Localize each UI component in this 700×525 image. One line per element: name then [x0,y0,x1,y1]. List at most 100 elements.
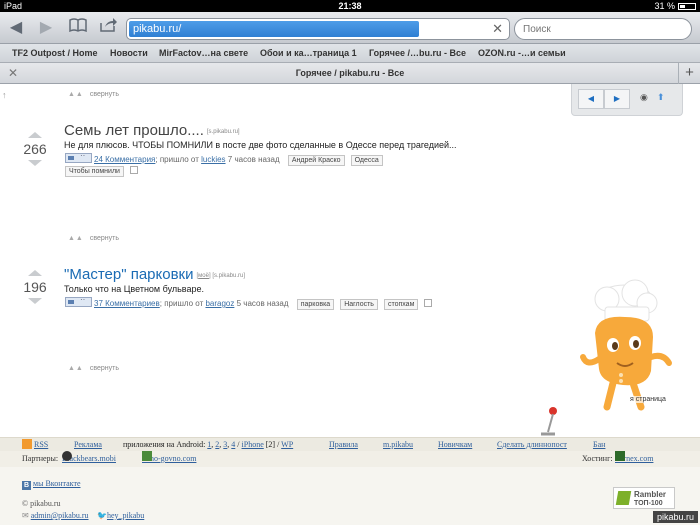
save-post-icon[interactable] [424,299,433,307]
apps-label: приложения на Android: [123,440,206,449]
post-description: Не для плюсов. ЧТОБЫ ПОМНИЛИ в посте две… [64,140,457,150]
rss-item: RSS [22,438,48,452]
safari-toolbar: ◀ ▶ pikabu.ru/ ✕ [0,12,700,44]
search-input[interactable] [523,19,683,40]
twitter-link[interactable]: hey_pikabu [107,511,144,520]
scroll-top-icon[interactable]: ⬆ [657,92,665,103]
bookmark-item[interactable]: OZON.ru -…и семьи [478,44,566,63]
rss-link[interactable]: RSS [34,440,48,449]
new-tab-plus-icon[interactable]: + [678,63,700,84]
bookmarks-book-icon[interactable] [66,18,90,38]
tab-title[interactable]: Горячее / pikabu.ru - Все [0,63,700,84]
next-page-link[interactable]: я страница [628,396,668,403]
rambler-label: Rambler [634,490,667,499]
footer-bottom: Bмы Вконтакте © pikabu.ru ✉ admin@pikabu… [0,467,700,525]
post-navigation-widget: ◀ ▶ ◉ ⬆ [571,84,683,116]
bookmark-item[interactable]: Новости [110,44,148,63]
downvote-arrow-icon[interactable] [28,160,42,166]
url-text[interactable]: pikabu.ru/ [133,19,181,39]
collapse-row: ▲▲ свернуть [68,365,119,372]
ios-status-bar: iPad 21:38 31 % [0,0,700,12]
post-source[interactable]: [s.pikabu.ru] [207,129,240,135]
battery-indicator: 31 % [654,0,696,12]
vk-logo-icon: B [22,481,31,490]
twitter-bird-icon: 🐦 [97,511,107,520]
rambler-sub: ТОП-100 [634,500,663,507]
collapse-arrows-icon[interactable]: ▲▲ [68,91,84,98]
bookmark-item[interactable]: TF2 Outpost / Home [12,44,98,63]
forward-icon[interactable]: ▶ [34,18,58,38]
eye-hidden-icon[interactable]: ◉ [640,92,648,103]
wp-link[interactable]: WP [281,440,293,449]
collapse-arrows-icon[interactable]: ▲▲ [68,235,84,242]
post-meta: 37 Комментариев; пришло от baragoz 5 час… [65,295,433,310]
scroll-up-arrow-icon[interactable]: ↑ [2,90,7,100]
clear-url-icon[interactable]: ✕ [492,19,503,39]
vote-widget: 266 [15,132,55,166]
collapse-row: ▲▲ свернуть [68,235,119,242]
newbies-link[interactable]: Новичкам [438,440,472,449]
source-suffix[interactable]: ] [s.pikabu.ru] [209,273,245,279]
rules-link[interactable]: Правила [329,440,358,449]
collapse-link[interactable]: свернуть [90,235,119,242]
post-title[interactable]: "Мастер" парковки [64,266,194,283]
mine-tag-link[interactable]: моё [198,273,209,279]
pikabu-watermark: pikabu.ru [652,511,698,523]
search-field[interactable] [514,18,692,40]
iphone-link[interactable]: iPhone [242,440,264,449]
mobile-link[interactable]: m.pikabu [383,440,413,449]
author-link[interactable]: luckies [201,155,225,164]
author-link[interactable]: baragoz [205,299,234,308]
fornex-logo-icon [615,451,625,461]
tag[interactable]: Одесса [350,155,383,166]
downvote-arrow-icon[interactable] [28,298,42,304]
battery-icon [678,3,696,10]
tag[interactable]: парковка [296,299,335,310]
partners-label: Партнеры: [22,454,59,463]
next-post-icon[interactable]: ▶ [604,89,630,109]
copyright: © pikabu.ru [22,499,61,508]
post-time: 5 часов назад [236,299,289,308]
comments-link[interactable]: 24 Комментария [94,155,155,164]
tag[interactable]: Наглость [340,299,378,310]
collapse-link[interactable]: свернуть [90,91,119,98]
joystick-lever-icon[interactable] [540,406,560,436]
back-icon[interactable]: ◀ [4,18,28,38]
email-link[interactable]: admin@pikabu.ru [31,511,89,520]
status-time: 21:38 [338,1,362,11]
comments-link[interactable]: 37 Комментариев [94,299,160,308]
bear-logo-icon [62,451,72,461]
collapse-arrows-icon[interactable]: ▲▲ [68,365,84,372]
ban-link[interactable]: Бан [593,440,605,449]
android-app-link[interactable]: 1 [207,440,211,449]
bookmark-item[interactable]: Горячее /…bu.ru - Все [369,44,466,63]
save-post-icon[interactable] [129,166,138,174]
prev-post-icon[interactable]: ◀ [578,89,604,109]
android-app-link[interactable]: 2 [215,440,219,449]
post-source: [моё] [s.pikabu.ru] [197,273,246,279]
vote-count: 266 [23,141,47,157]
email-row: ✉ admin@pikabu.ru [22,511,89,520]
bookmark-item[interactable]: Обои и ка…траница 1 [260,44,357,63]
post-title[interactable]: Семь лет прошло.... [64,122,204,139]
longpost-link[interactable]: Сделать длиннопост [497,440,567,449]
tag[interactable]: Андрей Краско [287,155,345,166]
vk-link[interactable]: мы Вконтакте [33,479,81,488]
tag[interactable]: стопхам [383,299,419,310]
tag[interactable]: Чтобы помнили [65,166,124,177]
address-bar[interactable]: pikabu.ru/ ✕ [126,18,510,40]
android-app-link[interactable]: 4 [231,440,235,449]
iphone-count: [2] [265,440,276,449]
android-app-link[interactable]: 3 [223,440,227,449]
collapse-link[interactable]: свернуть [90,365,119,372]
vote-widget: 196 [15,270,55,304]
rambler-top100-badge[interactable]: Rambler ТОП-100 [613,487,675,509]
image-post-icon [65,295,92,307]
post-tags-row: Чтобы помнили [65,166,138,177]
bookmark-item[interactable]: MirFactov…на свете [159,44,248,63]
page-content: ↑ ▲▲ свернуть ◀ ▶ ◉ ⬆ 266 Семь лет прошло… [0,84,700,525]
share-icon[interactable] [96,18,120,38]
posted-from-label: ; пришло от [155,155,199,164]
ads-link[interactable]: Реклама [74,440,102,449]
hosting-label: Хостинг: [582,454,613,463]
